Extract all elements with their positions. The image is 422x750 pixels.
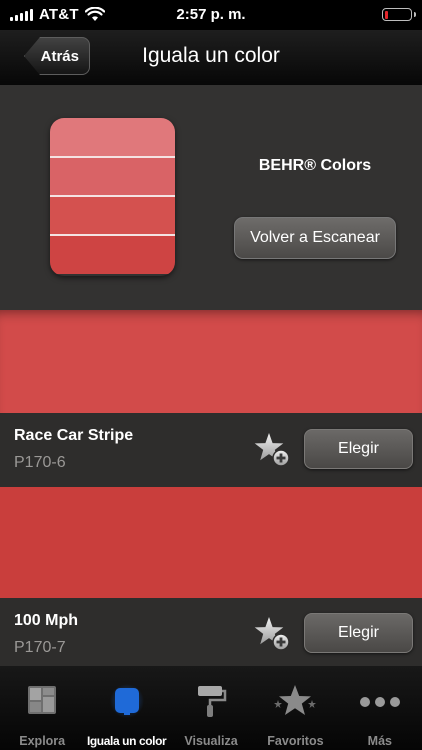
- tab-explora[interactable]: Explora: [0, 666, 84, 750]
- color-match-chip-icon: [109, 684, 144, 718]
- chip-stripe: [50, 195, 175, 234]
- tab-mas[interactable]: Más: [338, 666, 422, 750]
- status-bar: AT&T 2:57 p. m.: [0, 0, 422, 30]
- navigation-bar: Atrás Iguala un color: [0, 30, 422, 85]
- tab-label: Visualiza: [184, 734, 238, 748]
- choose-button-label: Elegir: [338, 624, 379, 641]
- star-add-icon[interactable]: [254, 432, 290, 468]
- paint-roller-icon: [198, 686, 227, 717]
- color-swatch[interactable]: [0, 310, 422, 413]
- rescan-button-label: Volver a Escanear: [250, 229, 380, 246]
- battery-level: [384, 10, 388, 19]
- brand-label: BEHR® Colors: [258, 157, 372, 174]
- tab-iguala[interactable]: Iguala un color: [84, 666, 168, 750]
- tab-favoritos[interactable]: Favoritos: [253, 666, 337, 750]
- color-result-row: Race Car Stripe P170-6 Elegir: [0, 413, 422, 487]
- tab-label: Favoritos: [267, 734, 324, 748]
- tab-label: Más: [367, 734, 392, 748]
- tab-bar: Explora Iguala un color Visualiza Favori…: [0, 666, 422, 750]
- color-code: P170-6: [14, 454, 66, 471]
- chip-stripe: [50, 234, 175, 274]
- chip-stripe: [50, 118, 175, 156]
- color-code: P170-7: [14, 639, 66, 656]
- tab-label: Explora: [19, 734, 66, 748]
- rescan-button[interactable]: Volver a Escanear: [234, 217, 396, 259]
- explore-grid-icon: [28, 686, 57, 714]
- more-dots-icon: [359, 697, 400, 707]
- choose-button[interactable]: Elegir: [304, 429, 413, 469]
- status-time: 2:57 p. m.: [176, 6, 246, 23]
- scanned-color-chip: [50, 118, 175, 276]
- color-result-row: 100 Mph P170-7 Elegir: [0, 598, 422, 666]
- page-title: Iguala un color: [142, 44, 280, 67]
- star-add-icon[interactable]: [254, 616, 290, 652]
- choose-button-label: Elegir: [338, 440, 379, 457]
- scan-result-panel: BEHR® Colors Volver a Escanear: [0, 85, 422, 311]
- battery-icon: [382, 8, 416, 21]
- tab-label: Iguala un color: [86, 734, 167, 748]
- choose-button[interactable]: Elegir: [304, 613, 413, 653]
- tab-visualiza[interactable]: Visualiza: [169, 666, 253, 750]
- color-name: Race Car Stripe: [14, 427, 134, 444]
- color-name: 100 Mph: [14, 612, 79, 629]
- star-icon: [274, 685, 317, 715]
- color-swatch[interactable]: [0, 487, 422, 598]
- chip-stripe: [50, 156, 175, 195]
